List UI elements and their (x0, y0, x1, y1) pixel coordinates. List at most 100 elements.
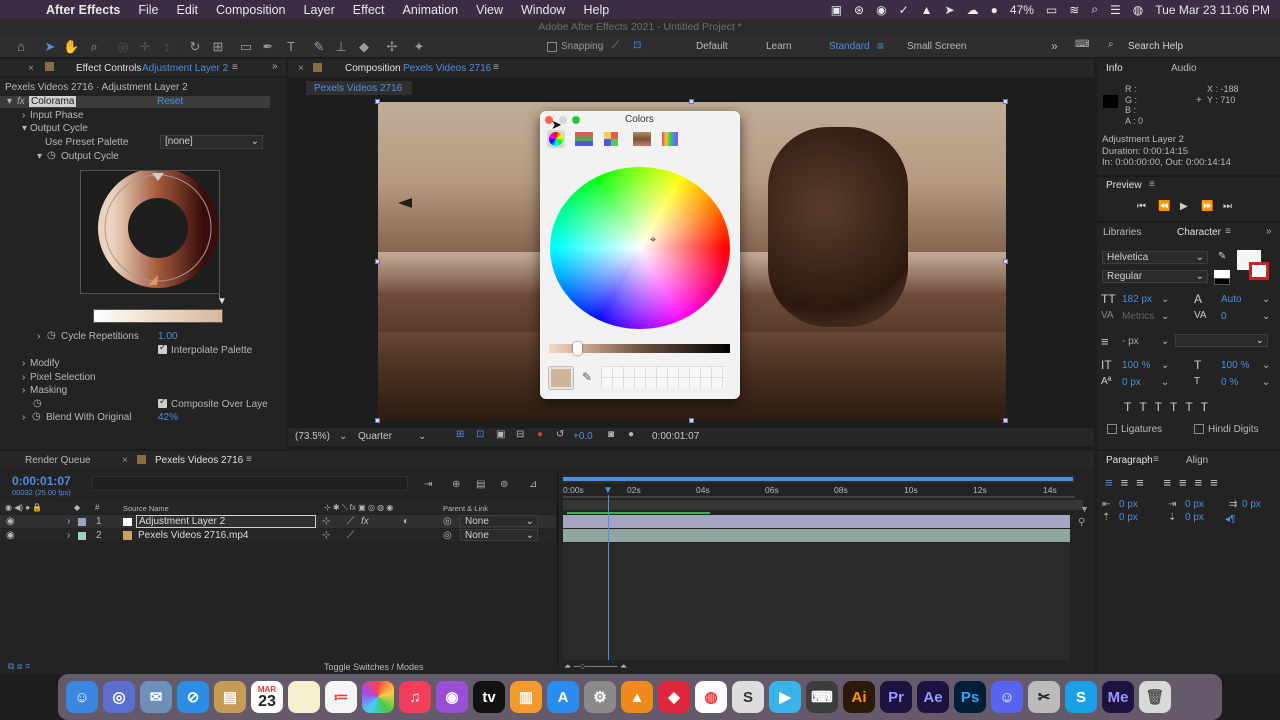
chrome-icon[interactable]: ◍ (695, 681, 727, 713)
roto-brush-tool-icon[interactable]: ✢ (384, 39, 400, 55)
stroke-color-swatch[interactable] (1249, 262, 1269, 280)
close-icon[interactable]: × (298, 63, 304, 74)
timeline-search-input[interactable] (92, 476, 408, 491)
stroke-width-value[interactable]: - px (1122, 336, 1139, 347)
timeline-comp-tab[interactable]: Pexels Videos 2716 (155, 455, 243, 466)
rectangle-tool-icon[interactable]: ▭ (238, 39, 254, 55)
stroke-style-dropdown[interactable]: ⌄ (1175, 334, 1268, 347)
visibility-eye-icon[interactable]: ◉ (6, 530, 15, 541)
toggle-switches-modes[interactable]: Toggle Switches / Modes (324, 662, 424, 672)
home-icon[interactable]: ⌂ (13, 39, 29, 55)
expand-icon[interactable]: › (67, 530, 70, 541)
search-icon[interactable]: ⌕ (1108, 39, 1114, 50)
menu-animation[interactable]: Animation (403, 3, 459, 17)
brush-tool-icon[interactable]: ✎ (311, 39, 327, 55)
visibility-eye-icon[interactable]: ◉ (6, 516, 15, 527)
siri-icon[interactable]: ◎ (103, 681, 135, 713)
first-line-value[interactable]: 0 px (1242, 499, 1261, 510)
show-snapshot-icon[interactable]: ● (628, 429, 634, 440)
record-icon[interactable]: ● (991, 3, 998, 17)
photos-icon[interactable] (362, 681, 394, 713)
modify-group[interactable]: Modify (30, 358, 59, 369)
after-effects-icon[interactable]: Ae (917, 681, 949, 713)
app-menu[interactable]: After Effects (46, 3, 120, 17)
zoom-out-icon[interactable]: ⏶ ─○───── ⏶ (564, 661, 627, 672)
composite-checkbox[interactable] (158, 396, 167, 408)
workspace-default[interactable]: Default (696, 41, 728, 52)
baseline-shift-value[interactable]: 0 px (1122, 377, 1141, 388)
play-icon[interactable]: ▶ (1180, 201, 1188, 212)
audio-tab[interactable]: Audio (1171, 63, 1197, 74)
parent-dropdown[interactable]: None ⌄ (460, 529, 538, 541)
stopwatch-icon[interactable]: ◷ (47, 330, 56, 341)
chevron-down-icon[interactable]: ⌄ (1161, 360, 1169, 371)
graph-editor-icon[interactable]: ⊿ (529, 479, 537, 490)
menu-layer[interactable]: Layer (304, 3, 335, 17)
shy-switch-icon[interactable]: ⊹ (322, 516, 330, 527)
composition-tab[interactable]: Composition (345, 63, 401, 74)
notes-icon[interactable]: ▤ (214, 681, 246, 713)
black-swatch[interactable] (1214, 278, 1230, 285)
fx-switch-icon[interactable]: fx (361, 516, 369, 527)
zoom-dot-icon[interactable] (572, 116, 580, 124)
prev-frame-icon[interactable]: ⏪ (1158, 201, 1170, 212)
workspace-learn[interactable]: Learn (766, 41, 792, 52)
work-area-range[interactable] (563, 477, 1073, 481)
color-picker-crosshair[interactable]: ⌖ (650, 234, 656, 247)
shy-icon[interactable]: ▤ (476, 479, 485, 490)
app-icon[interactable]: ✂ (1028, 681, 1060, 713)
collapse-icon[interactable]: ▾ (37, 151, 42, 162)
app-icon[interactable]: ◆ (658, 681, 690, 713)
first-frame-icon[interactable]: ⏮ (1137, 201, 1146, 212)
lock-icon[interactable] (313, 63, 322, 72)
expand-icon[interactable]: › (22, 110, 25, 121)
workspace-menu-icon[interactable]: ≡ (877, 39, 884, 53)
system-preferences-icon[interactable]: ⚙ (584, 681, 616, 713)
menu-window[interactable]: Window (521, 3, 565, 17)
output-cycle-wheel-box[interactable] (80, 168, 220, 294)
label-color[interactable] (78, 532, 86, 540)
frame-blending-icon[interactable]: ⊚ (500, 479, 508, 490)
cycle-repetitions-value[interactable]: 1.00 (158, 331, 177, 342)
font-size-value[interactable]: 182 px (1122, 294, 1152, 305)
status-icon[interactable]: ▣ (831, 3, 842, 17)
color-wheel[interactable] (550, 167, 730, 329)
font-style-dropdown[interactable]: Regular ⌄ (1102, 270, 1208, 283)
app-icon[interactable]: ▶ (769, 681, 801, 713)
pen-tool-icon[interactable]: ✒ (260, 39, 276, 55)
chevron-down-icon[interactable]: ⌄ (339, 431, 347, 442)
composition-name[interactable]: Pexels Videos 2716 (403, 63, 491, 74)
snap-grid-icon[interactable]: ⊡ (633, 40, 641, 51)
close-icon[interactable]: × (28, 63, 34, 74)
comp-subtab[interactable]: Pexels Videos 2716 (314, 83, 402, 94)
status-icon[interactable]: ✓ (899, 3, 909, 17)
quality-switch-icon[interactable]: ⟋ (347, 516, 354, 527)
interpolate-checkbox[interactable] (158, 342, 167, 354)
fx-icon[interactable]: fx (17, 96, 25, 107)
siri-icon[interactable]: ◍ (1133, 3, 1143, 17)
info-tab[interactable]: Info (1106, 63, 1123, 74)
photoshop-icon[interactable]: Ps (954, 681, 986, 713)
space-before-value[interactable]: 0 px (1119, 512, 1138, 523)
parent-dropdown[interactable]: None ⌄ (460, 515, 538, 527)
chevron-down-icon[interactable]: ⌄ (1161, 311, 1169, 322)
timeline-timecode[interactable]: 0:00:01:07 (12, 474, 71, 488)
reminders-icon[interactable]: ≔ (325, 681, 357, 713)
swatches-grid[interactable] (601, 366, 725, 388)
effect-controls-tab[interactable]: Effect Controls (76, 63, 141, 74)
premiere-icon[interactable]: Pr (880, 681, 912, 713)
chevron-right-icon[interactable]: » (1266, 226, 1272, 237)
color-wheel-mode-icon[interactable] (549, 132, 563, 146)
search-icon[interactable]: ⌕ (1091, 2, 1098, 17)
trash-icon[interactable]: 🗑 (1139, 681, 1171, 713)
vertical-scale-value[interactable]: 100 % (1122, 360, 1150, 371)
pencils-mode-icon[interactable] (662, 132, 678, 146)
media-encoder-icon[interactable]: Me (1102, 681, 1134, 713)
apple-tv-icon[interactable]: tv (473, 681, 505, 713)
podcasts-icon[interactable]: ◉ (436, 681, 468, 713)
stopwatch-icon[interactable]: ◷ (33, 398, 42, 409)
menu-effect[interactable]: Effect (353, 3, 385, 17)
menu-composition[interactable]: Composition (216, 3, 285, 17)
chevron-down-icon[interactable]: ⌄ (418, 431, 426, 442)
panel-menu-icon[interactable]: ≡ (1149, 179, 1155, 190)
